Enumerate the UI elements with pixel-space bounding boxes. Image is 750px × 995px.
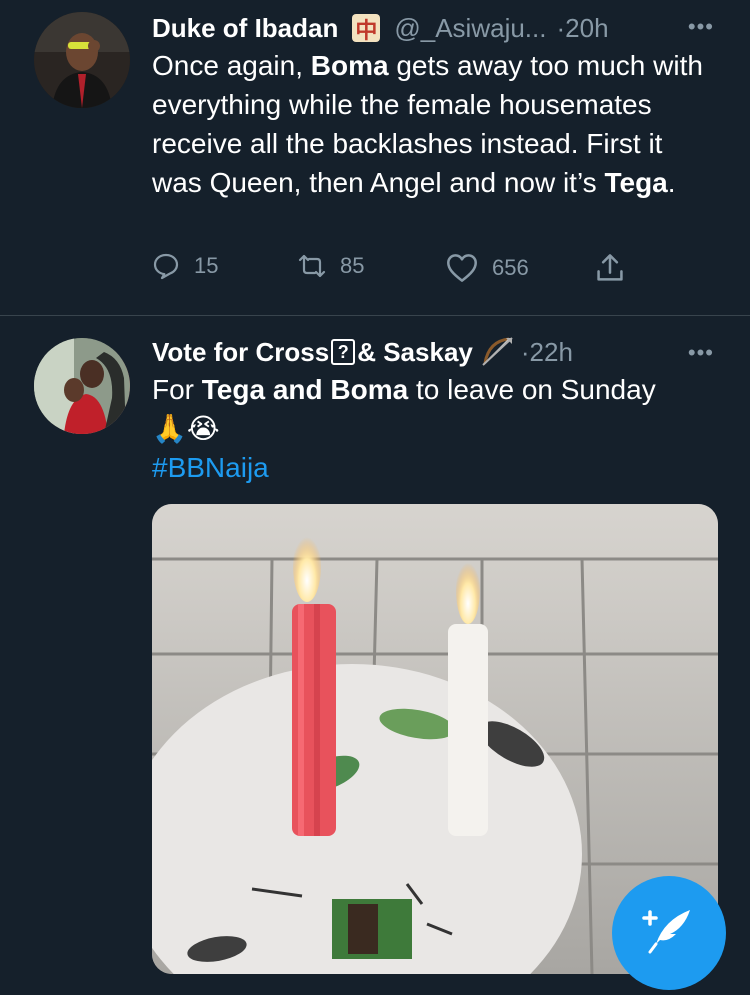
avatar-duke-of-ibadan[interactable] bbox=[34, 12, 130, 108]
timestamp[interactable]: ·20h bbox=[556, 13, 608, 44]
reply-button[interactable]: 15 bbox=[152, 252, 218, 280]
tweet-2-line-1: For Tega and Boma to leave on Sunday bbox=[152, 370, 712, 409]
speech-bubble-icon bbox=[153, 253, 179, 280]
tweet-1[interactable]: Duke of Ibadan 中 @_Asiwaju... ·20h ••• O… bbox=[0, 0, 750, 316]
retweet-count: 85 bbox=[340, 253, 365, 278]
compose-tweet-button[interactable] bbox=[612, 876, 726, 990]
mention-tega: Tega bbox=[604, 167, 668, 198]
avatar-photo bbox=[34, 12, 130, 108]
tweet-2-text: For Tega and Boma to leave on Sunday 🙏😭 … bbox=[152, 370, 712, 487]
tweet-2-header: Vote for Cross ? & Saskay ·22h bbox=[152, 332, 573, 372]
display-name-prefix[interactable]: Vote for Cross bbox=[152, 337, 329, 368]
timestamp[interactable]: ·22h bbox=[521, 337, 573, 368]
retweet-button[interactable]: 85 bbox=[298, 252, 364, 280]
display-name-suffix[interactable]: & Saskay bbox=[357, 337, 473, 368]
text-part: to leave on Sunday bbox=[408, 374, 656, 405]
unknown-glyph-box: ? bbox=[331, 339, 356, 365]
more-options-icon[interactable]: ••• bbox=[688, 340, 714, 366]
avatar-vote-for-cross[interactable] bbox=[34, 338, 130, 434]
feather-plus-icon bbox=[642, 910, 690, 954]
tweet-1-header: Duke of Ibadan 中 @_Asiwaju... ·20h bbox=[152, 8, 609, 48]
text-part: Once again, bbox=[152, 50, 311, 81]
like-count: 656 bbox=[492, 255, 529, 280]
retweet-arrows-icon bbox=[298, 254, 326, 278]
hashtag-link[interactable]: #BBNaija bbox=[152, 448, 712, 487]
bold-names: Tega and Boma bbox=[201, 374, 409, 405]
tweet-2[interactable]: Vote for Cross ? & Saskay ·22h ••• For T… bbox=[0, 316, 750, 974]
emoji-line: 🙏😭 bbox=[152, 413, 220, 444]
heart-icon bbox=[447, 254, 477, 282]
more-options-icon[interactable]: ••• bbox=[688, 14, 714, 40]
share-button[interactable] bbox=[594, 252, 640, 284]
reply-count: 15 bbox=[194, 253, 219, 278]
tweet-1-actions: 15 85 656 bbox=[152, 252, 652, 288]
mention-boma: Boma bbox=[310, 50, 389, 81]
text-part: . bbox=[667, 167, 676, 198]
bow-and-arrow-emoji-icon bbox=[482, 337, 513, 366]
like-button[interactable]: 656 bbox=[446, 252, 529, 284]
user-handle[interactable]: @_Asiwaju... bbox=[394, 13, 546, 44]
avatar-photo bbox=[34, 338, 130, 434]
text-part: For bbox=[152, 374, 202, 405]
mahjong-emoji-icon: 中 bbox=[352, 14, 381, 43]
display-name[interactable]: Duke of Ibadan bbox=[152, 13, 338, 44]
share-upload-icon bbox=[597, 254, 623, 281]
tweet-1-text: Once again, Boma gets away too much with… bbox=[152, 46, 712, 202]
